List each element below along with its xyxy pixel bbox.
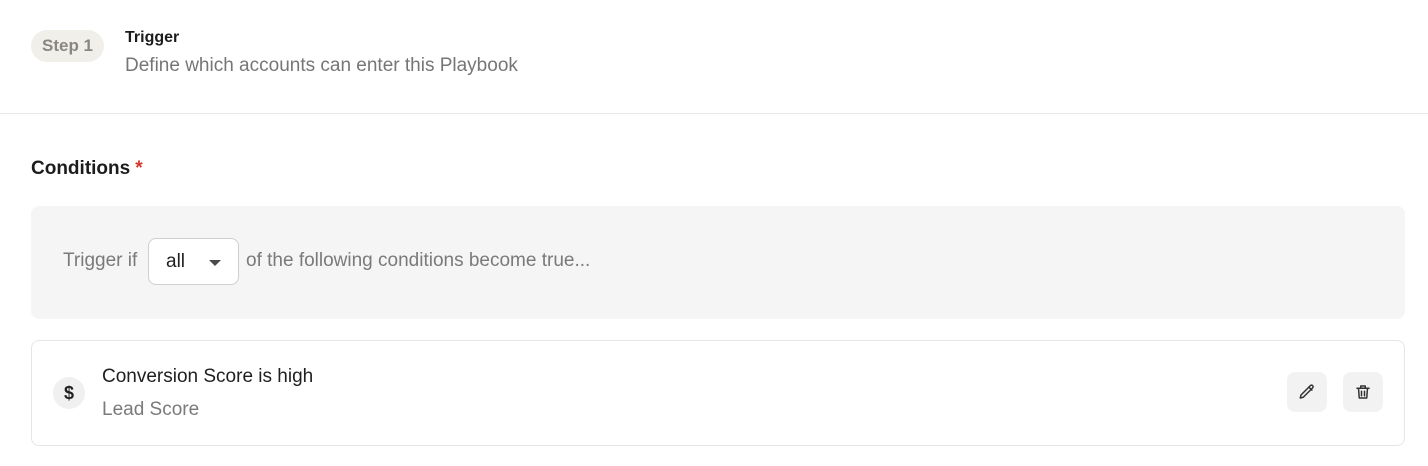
required-marker: * (135, 158, 143, 179)
step-badge: Step 1 (31, 30, 105, 62)
delete-condition-button[interactable] (1343, 372, 1383, 412)
trigger-suffix-text: of the following conditions become true.… (246, 250, 591, 271)
step-description: Define which accounts can enter this Pla… (125, 55, 518, 76)
trigger-prefix-text: Trigger if (63, 250, 138, 271)
step-title: Trigger (125, 29, 180, 46)
condition-item: $ Conversion Score is high Lead Score (31, 340, 1405, 446)
condition-subtitle: Lead Score (102, 399, 200, 420)
match-mode-select[interactable]: all (148, 238, 239, 285)
condition-title: Conversion Score is high (102, 366, 314, 387)
conditions-label-text: Conditions (31, 158, 131, 179)
dollar-icon: $ (53, 377, 85, 409)
match-mode-value: all (166, 251, 186, 272)
conditions-label: Conditions * (31, 158, 143, 180)
pencil-icon (1299, 384, 1314, 399)
edit-condition-button[interactable] (1287, 372, 1327, 412)
trash-icon (1356, 385, 1370, 399)
chevron-down-icon (209, 260, 221, 266)
trigger-rule-panel: Trigger if all of the following conditio… (31, 206, 1405, 319)
step-header: Step 1 Trigger Define which accounts can… (0, 0, 1428, 114)
